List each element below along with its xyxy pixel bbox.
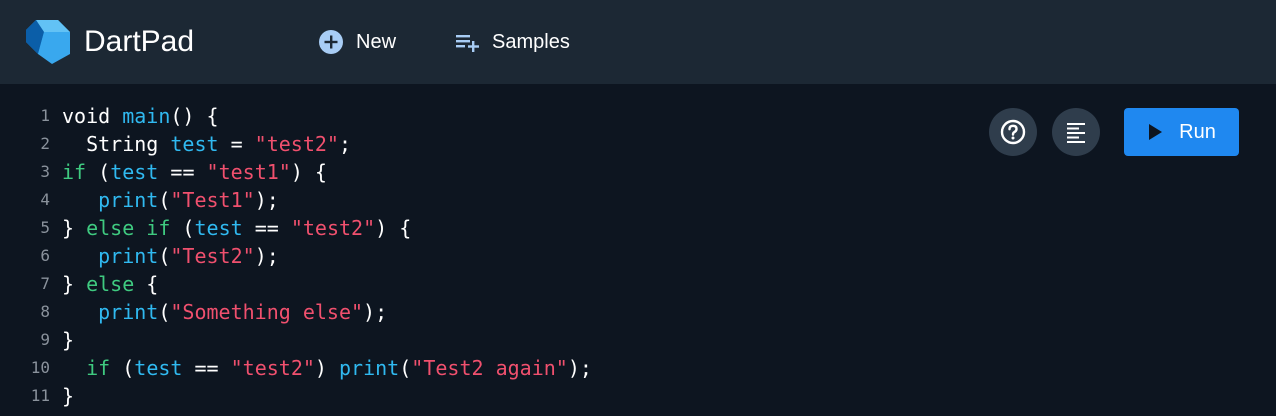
code-line: } else { [62, 270, 592, 298]
code-area[interactable]: void main() { String test = "test2"; if (… [62, 102, 592, 410]
code-token: () { [170, 104, 219, 128]
code-token: ( [158, 244, 171, 268]
samples-button[interactable]: Samples [454, 26, 570, 58]
code-token: if [62, 160, 87, 184]
line-number: 9 [40, 330, 50, 349]
code-line: void main() { [62, 102, 592, 130]
code-token: main [122, 104, 171, 128]
code-token: ) [314, 356, 340, 380]
code-token: print [98, 300, 159, 324]
code-token: } [62, 328, 75, 352]
code-token: ) { [290, 160, 327, 184]
line-number: 4 [40, 190, 50, 209]
code-token: test [110, 160, 159, 184]
code-line: print("Something else"); [62, 298, 592, 326]
app-header: DartPad New Samples [0, 0, 1276, 84]
code-token: "Test2" [170, 244, 255, 268]
code-token: = [218, 132, 255, 156]
code-token: ); [254, 188, 279, 212]
code-token: "test1" [206, 160, 291, 184]
line-number: 6 [40, 246, 50, 265]
code-line: if (test == "test1") { [62, 158, 592, 186]
code-token: void [62, 104, 123, 128]
code-token: print [98, 244, 159, 268]
code-token: ; [338, 132, 352, 156]
code-token: ( [170, 216, 195, 240]
new-button-label: New [356, 30, 397, 53]
code-token: ( [110, 356, 135, 380]
run-button-label: Run [1179, 120, 1216, 143]
line-number-gutter: 1 2 3 4 5 6 7 8 9 10 11 [0, 102, 54, 410]
code-token: ( [158, 300, 171, 324]
code-token: print [339, 356, 400, 380]
code-line: print("Test1"); [62, 186, 592, 214]
code-token: } [62, 272, 87, 296]
code-token: == [158, 160, 207, 184]
run-button[interactable]: Run [1124, 108, 1239, 156]
code-token: test [170, 132, 219, 156]
code-token: if [86, 356, 111, 380]
code-line: print("Test2"); [62, 242, 592, 270]
code-token: { [134, 272, 159, 296]
code-line: } else if (test == "test2") { [62, 214, 592, 242]
code-token: } [62, 216, 87, 240]
line-number: 8 [40, 302, 50, 321]
code-token: test [194, 216, 243, 240]
code-token: else [86, 272, 135, 296]
code-token: else if [86, 216, 171, 240]
code-token: == [242, 216, 291, 240]
code-token: "Test1" [170, 188, 255, 212]
code-line: if (test == "test2") print("Test2 again"… [62, 354, 592, 382]
new-button[interactable]: New [318, 26, 396, 58]
code-token: ); [363, 300, 388, 324]
code-token: "test2" [230, 356, 315, 380]
code-token: print [98, 188, 159, 212]
code-token: ( [399, 356, 412, 380]
dart-logo-icon [26, 20, 70, 64]
line-number: 11 [30, 386, 50, 405]
code-token: ( [86, 160, 111, 184]
code-token: "test2" [254, 132, 339, 156]
code-token: String [62, 132, 171, 156]
code-token: ); [254, 244, 279, 268]
code-line: } [62, 326, 592, 354]
line-number: 10 [30, 358, 50, 377]
line-number: 1 [40, 106, 50, 125]
play-icon [1149, 124, 1163, 140]
code-line: } [62, 382, 592, 410]
app-title: DartPad [84, 25, 195, 58]
code-token: == [182, 356, 231, 380]
help-button[interactable] [989, 108, 1037, 156]
code-token: } [62, 384, 75, 408]
code-token: ( [158, 188, 171, 212]
line-number: 2 [40, 134, 50, 153]
code-token: "Test2 again" [411, 356, 568, 380]
code-token: ) { [375, 216, 412, 240]
add-circle-icon [319, 30, 343, 54]
code-token: "test2" [290, 216, 376, 240]
help-circle-icon [1000, 119, 1026, 145]
code-line: String test = "test2"; [62, 130, 592, 158]
line-number: 7 [40, 274, 50, 293]
line-number: 3 [40, 162, 50, 181]
playlist-add-icon [456, 35, 479, 52]
samples-button-label: Samples [492, 30, 570, 53]
code-token: ); [567, 356, 592, 380]
format-align-icon [1067, 123, 1085, 143]
format-button[interactable] [1052, 108, 1100, 156]
code-token: test [134, 356, 183, 380]
code-token: "Something else" [170, 300, 364, 324]
line-number: 5 [40, 218, 50, 237]
